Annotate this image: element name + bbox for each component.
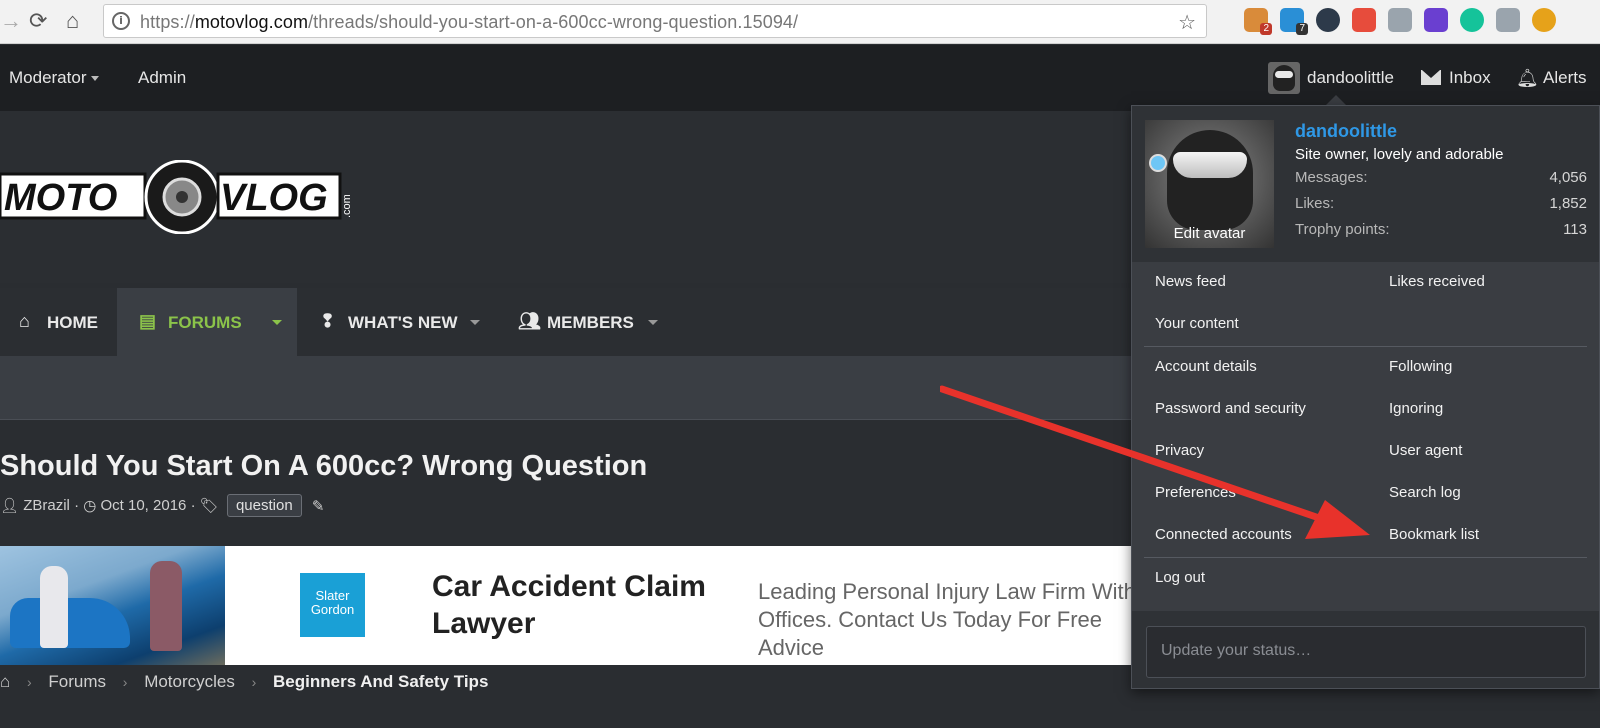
tab-whats-new[interactable]: ❢ WHAT'S NEW [310,288,500,356]
account-menu[interactable]: dandoolittle [1307,68,1394,88]
chevron-down-icon[interactable] [648,320,658,325]
site-logo[interactable]: MOTO VLOG .com [0,160,362,234]
inbox-extension-icon[interactable] [1496,8,1520,32]
cookie-extension-icon[interactable]: 2 [1244,8,1272,35]
thread-meta: 👤︎ ZBrazil · ◷ Oct 10, 2016 · 🏷︎ questio… [0,494,324,517]
info-icon[interactable]: i [112,12,130,30]
stat-trophy-points: Trophy points: 113 [1295,221,1587,238]
home-icon: ⌂ [19,311,30,331]
home-icon[interactable]: ⌂ [66,10,79,32]
your-content-link[interactable]: Your content [1155,315,1239,332]
inbox-link[interactable]: Inbox [1449,68,1491,88]
thread-author[interactable]: ZBrazil [23,497,70,514]
mail-extension-icon[interactable] [1388,8,1412,32]
breadcrumb-current[interactable]: Beginners And Safety Tips [273,672,488,691]
tab-home[interactable]: ⌂ HOME [0,288,117,356]
annotation-arrow [940,385,1370,539]
account-summary: Edit avatar dandoolittle Site owner, lov… [1132,106,1599,262]
status-input[interactable]: Update your status… [1146,626,1586,678]
news-feed-link[interactable]: News feed [1155,273,1226,290]
alert-bubble-icon: ❢ [320,311,336,331]
account-details-link[interactable]: Account details [1155,358,1257,375]
ad-headline[interactable]: Car Accident Claim Lawyer [432,568,732,642]
following-link[interactable]: Following [1389,358,1452,375]
bookmark-star-icon[interactable]: ☆ [1178,10,1196,35]
tab-whats-new-label: WHAT'S NEW [348,313,458,332]
admin-link[interactable]: Admin [138,68,186,88]
clock-icon: ◷ [83,497,97,515]
envelope-icon[interactable] [1421,70,1441,85]
tab-members-label: MEMBERS [547,313,634,332]
tab-members[interactable]: 👥︎ MEMBERS [515,288,665,356]
tag-icon: 🏷︎ [199,497,219,515]
pencil-icon[interactable]: ✎ [312,498,325,515]
logo-text-suffix: .com [341,194,353,218]
logo-text-vlog: VLOG [220,177,328,219]
advertisement[interactable]: Slater Gordon Car Accident Claim Lawyer L… [0,546,1131,665]
ad-body: Leading Personal Injury Law Firm With Of… [758,579,1131,660]
bell-icon[interactable]: 🔔︎ [1516,68,1539,89]
user-icon: 👤︎ [0,497,20,515]
ad-logo: Slater Gordon [300,573,365,637]
bookmark-list-link[interactable]: Bookmark list [1389,526,1479,543]
likes-received-link[interactable]: Likes received [1389,273,1485,290]
thread-tag[interactable]: question [226,494,302,517]
breadcrumb-item[interactable]: Motorcycles [144,672,235,691]
home-icon[interactable]: ⌂ [0,672,10,691]
members-icon: 👥︎ [518,311,541,331]
user-agent-link[interactable]: User agent [1389,442,1462,459]
status-area: Update your status… [1132,611,1599,688]
url-text[interactable]: https://motovlog.com/threads/should-you-… [140,12,798,33]
chevron-down-icon[interactable] [470,320,480,325]
forum-icon: ▤ [139,311,157,331]
address-bar[interactable]: i https://motovlog.com/threads/should-yo… [103,4,1207,38]
reload-icon[interactable]: ⟳ [29,10,47,32]
breadcrumb: ⌂ › Forums › Motorcycles › Beginners And… [0,672,489,691]
edit-avatar-link[interactable]: Edit avatar [1145,225,1274,242]
tab-home-label: HOME [47,313,98,332]
divider [1144,346,1587,347]
sun-extension-icon[interactable] [1532,8,1556,32]
divider [1144,557,1587,558]
k-extension-icon[interactable] [1316,8,1340,32]
dropdown-username[interactable]: dandoolittle [1295,121,1397,142]
ignoring-link[interactable]: Ignoring [1389,400,1443,417]
browser-toolbar: → ⟳ ⌂ i https://motovlog.com/threads/sho… [0,0,1600,44]
grammarly-extension-icon[interactable] [1460,8,1484,32]
breadcrumb-item[interactable]: Forums [48,672,106,691]
ad-image [0,546,225,665]
thread-date[interactable]: Oct 10, 2016 [101,497,187,514]
logo-text-moto: MOTO [4,177,117,219]
avatar-large[interactable]: Edit avatar [1145,120,1274,248]
avatar[interactable] [1268,62,1300,94]
star-extension-icon[interactable] [1352,8,1376,32]
user-title: Site owner, lovely and adorable [1295,146,1504,163]
log-out-link[interactable]: Log out [1155,569,1205,586]
chevron-down-icon [91,76,100,82]
tab-forums-label: FORUMS [168,313,242,332]
stat-likes: Likes: 1,852 [1295,195,1587,212]
thread-title: Should You Start On A 600cc? Wrong Quest… [0,450,648,482]
search-log-link[interactable]: Search log [1389,484,1461,501]
stat-messages: Messages: 4,056 [1295,169,1587,186]
forward-icon[interactable]: → [0,10,22,32]
gem-extension-icon[interactable] [1424,8,1448,32]
chevron-down-icon[interactable] [272,320,282,325]
arrow-shaft [940,385,1329,524]
alerts-link[interactable]: Alerts [1543,68,1586,88]
moderator-menu[interactable]: Moderator [9,68,100,88]
tab-forums[interactable]: ▤ FORUMS [117,288,297,356]
hub-extension-icon[interactable]: 7 [1280,8,1308,35]
